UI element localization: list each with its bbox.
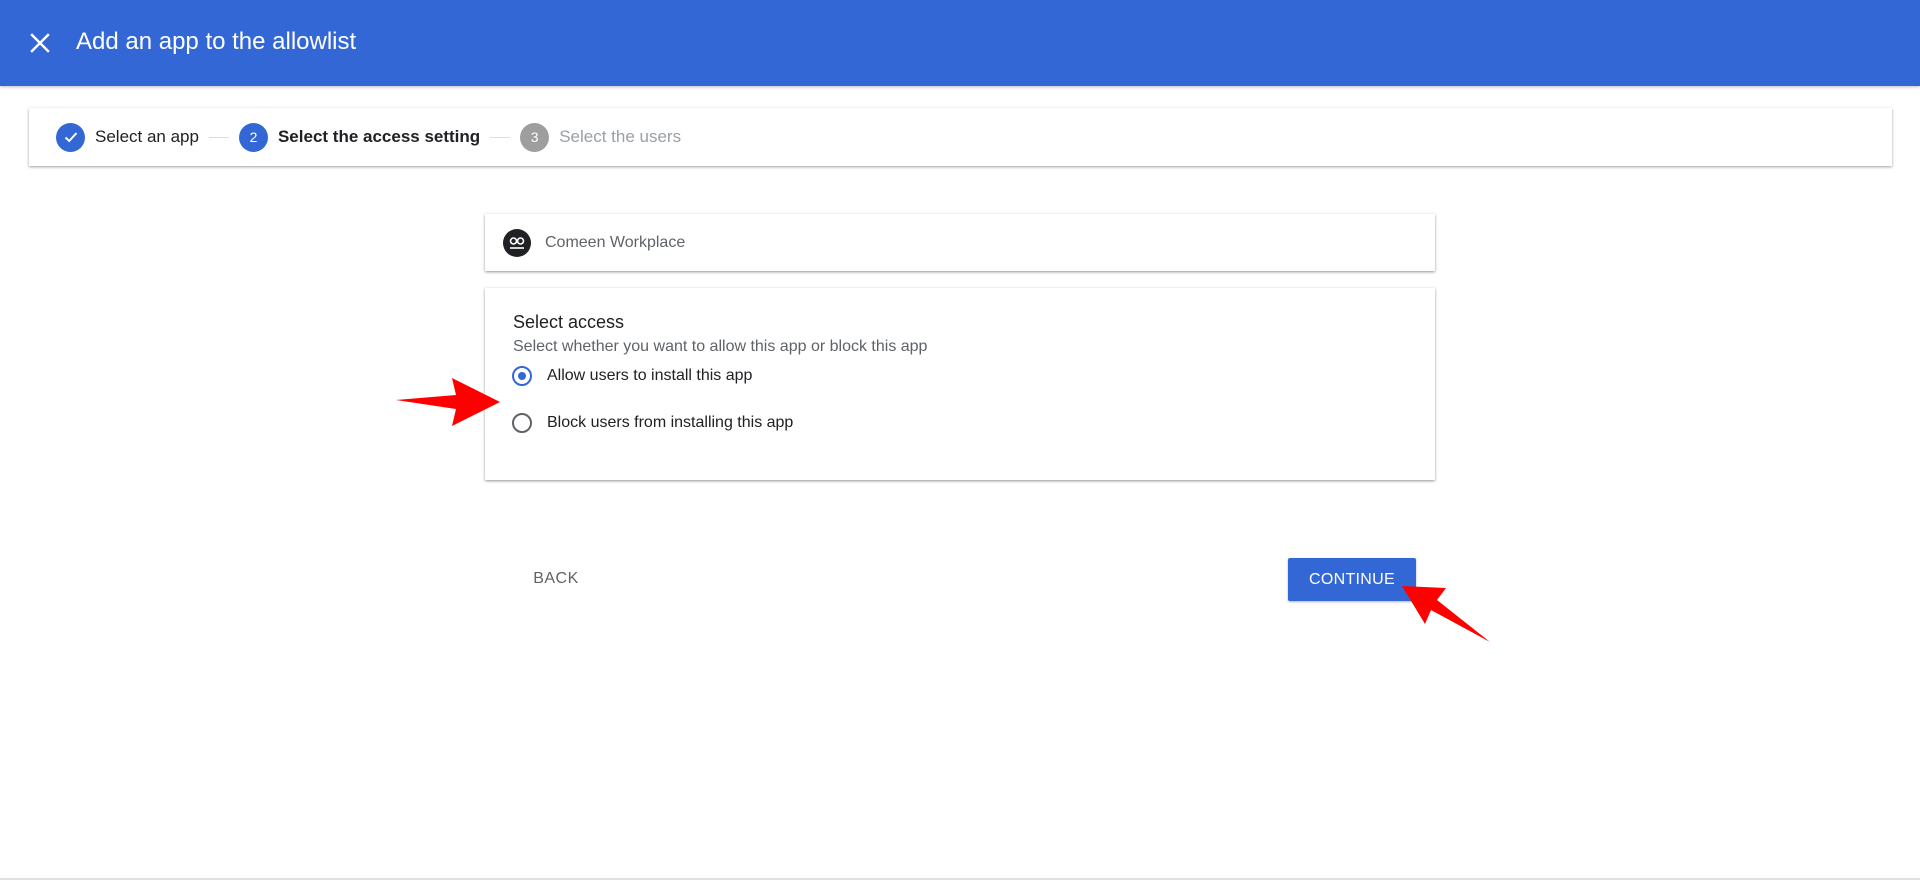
radio-label: Allow users to install this app [547, 367, 753, 384]
step-select-access-setting[interactable]: 2 Select the access setting [238, 122, 481, 152]
close-button[interactable] [20, 23, 60, 63]
check-icon [64, 132, 77, 143]
annotation-arrow-continue [1402, 586, 1490, 642]
access-title: Select access [513, 312, 625, 332]
allow-install-radio[interactable] [512, 366, 532, 386]
step-done-indicator [56, 122, 85, 152]
step-connector [208, 136, 229, 138]
step-number: 2 [238, 122, 268, 152]
step-select-an-app[interactable]: Select an app [56, 122, 199, 152]
app-name: Comeen Workplace [545, 233, 686, 251]
allow-install-option[interactable]: Allow users to install this app [512, 366, 752, 386]
page-title: Add an app to the allowlist [76, 28, 357, 55]
step-select-users: 3 Select the users [520, 122, 682, 152]
access-settings-card: Select access Select whether you want to… [485, 288, 1435, 480]
access-subtitle: Select whether you want to allow this ap… [513, 338, 928, 355]
close-icon [30, 33, 50, 53]
step-connector [490, 136, 511, 138]
step-number: 3 [520, 122, 550, 152]
continue-button[interactable]: CONTINUE [1288, 558, 1416, 601]
stepper: Select an app 2 Select the access settin… [29, 108, 1892, 166]
selected-app-card: Comeen Workplace [485, 214, 1435, 271]
comeen-logo-icon [503, 228, 531, 257]
top-app-bar: Add an app to the allowlist [0, 0, 1920, 86]
radio-label: Block users from installing this app [547, 414, 794, 431]
block-install-option[interactable]: Block users from installing this app [512, 413, 793, 433]
annotation-arrow-radio [396, 378, 500, 426]
step-label: Select the access setting [277, 127, 481, 146]
back-button[interactable]: BACK [522, 558, 590, 600]
step-label: Select an app [95, 127, 199, 146]
step-label: Select the users [559, 127, 682, 146]
block-install-radio[interactable] [512, 413, 532, 433]
